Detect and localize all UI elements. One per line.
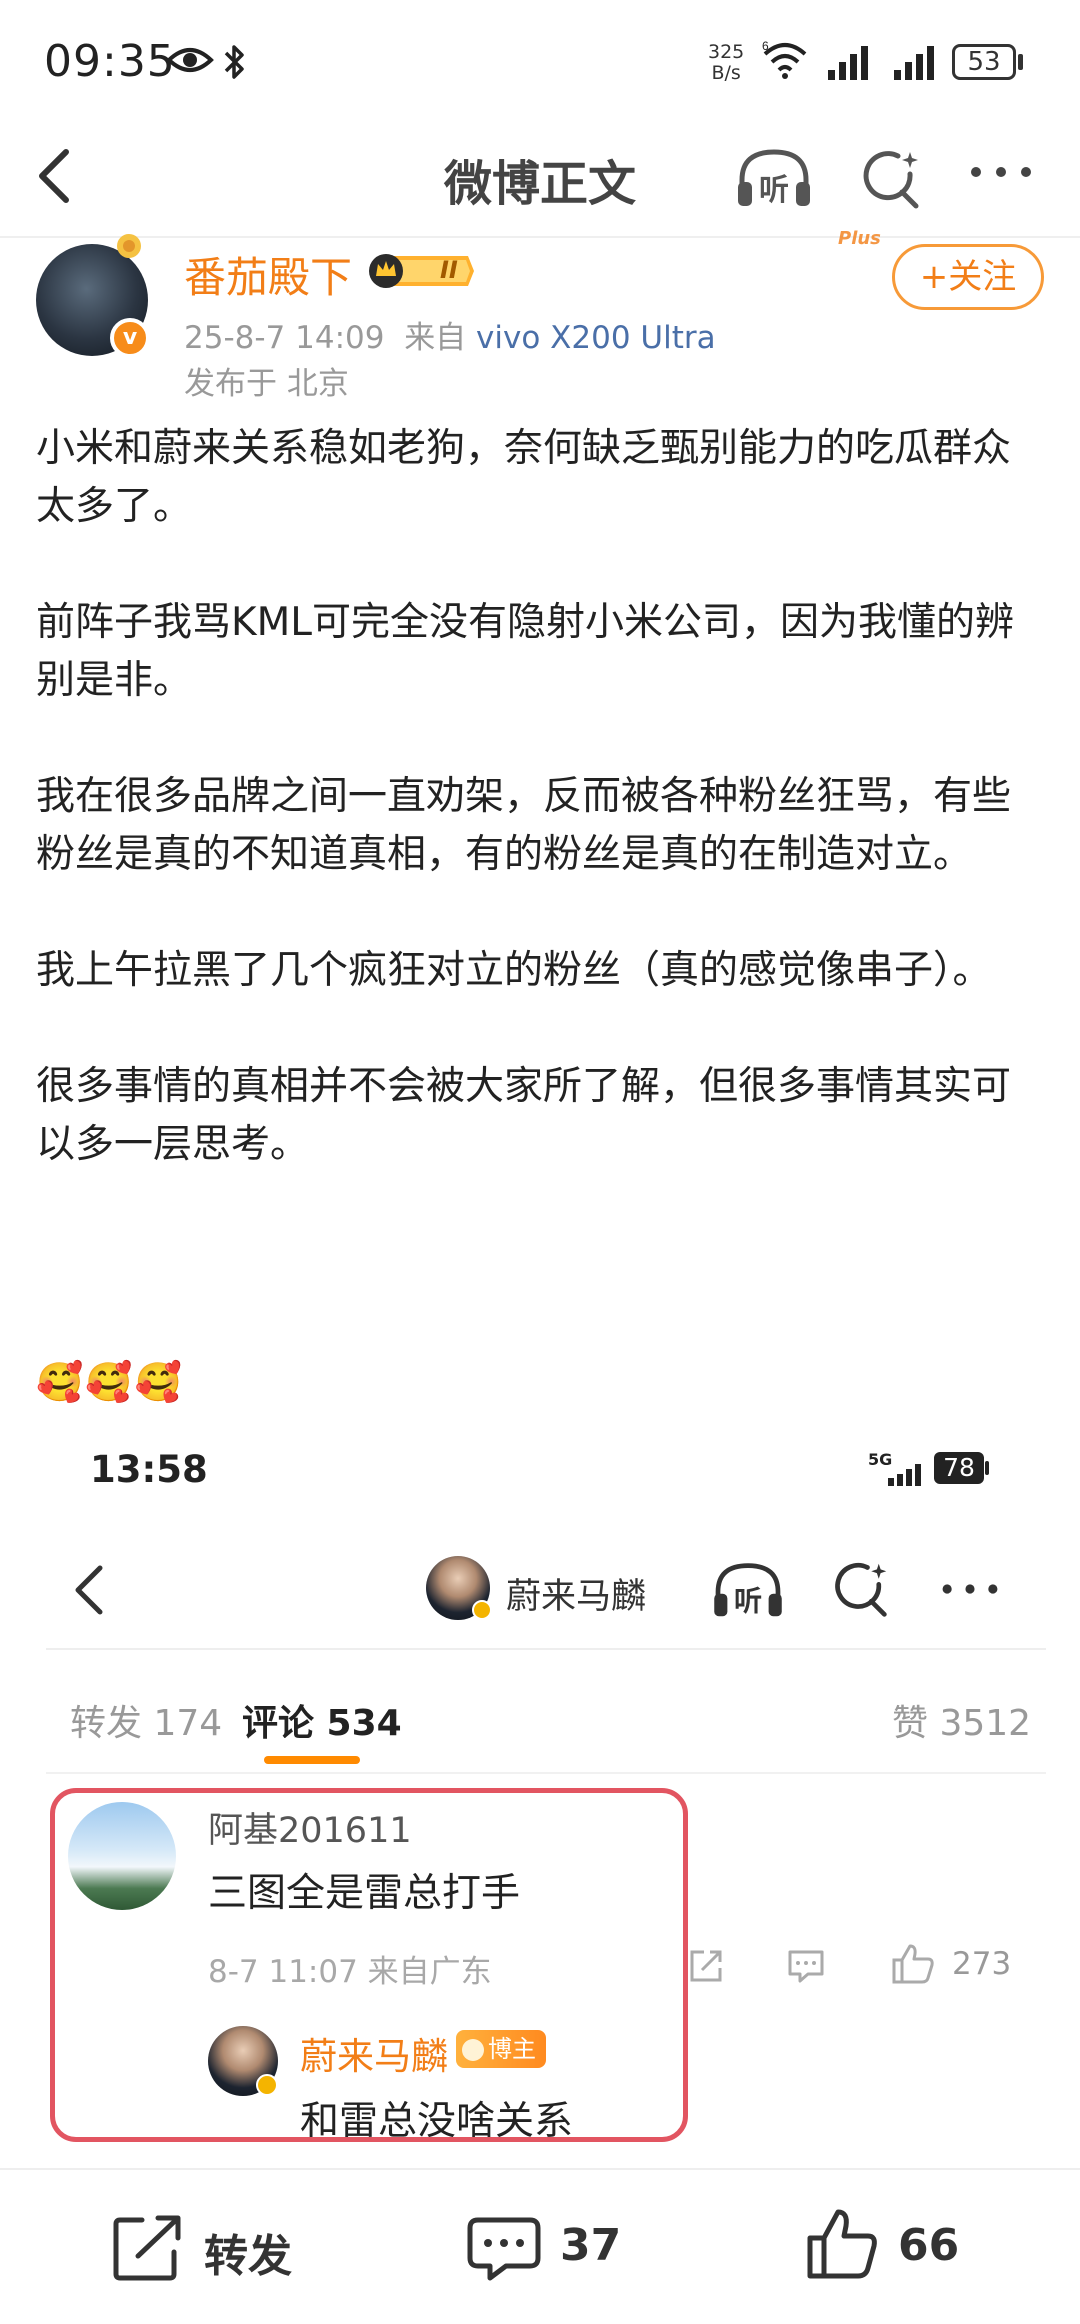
avatar-pendant-icon [112,232,146,260]
highlight-box [50,1788,688,2142]
post-paragraph: 前阵子我骂KML可完全没有隐射小米公司，因为我懂的辨别是非。 [36,600,1014,703]
bottom-bar-divider [0,2168,1080,2170]
sparkle-search-icon [835,1562,887,1617]
sparkle-search-icon [863,151,919,209]
tab-likes[interactable]: 赞 3512 [892,1694,1031,1746]
net-speed: 325 B/s [708,42,744,84]
post-paragraph: 小米和蔚来关系稳如老狗，奈何缺乏甄别能力的吃瓜群众太多了。 [36,426,1012,529]
post-paragraph: 我上午拉黑了几个疯狂对立的粉丝（真的感觉像串子）。 [36,948,992,993]
more-dots-icon [942,1584,998,1594]
comment-count: 37 [560,2220,622,2271]
listen-button[interactable]: 听 [734,146,814,210]
comment-share-icon[interactable] [688,1948,724,1984]
member-level-text: II [440,256,458,284]
embedded-battery: 78 [934,1452,984,1484]
embedded-more-button[interactable] [938,1578,1002,1600]
member-level-badge [368,252,476,290]
embedded-back-button[interactable] [70,1562,106,1618]
embedded-battery-cap [985,1461,989,1475]
post-date: 25-8-7 14:09 [184,320,385,356]
repost-label[interactable]: 转发 [204,2220,292,2284]
embedded-listen-button[interactable]: 听 [710,1560,786,1620]
like-button[interactable] [804,2206,880,2282]
post-meta: 25-8-7 14:09 来自 vivo X200 Ultra [184,312,716,357]
comment-like-icon[interactable] [890,1942,936,1986]
battery-cap [1018,54,1023,70]
from-label: 来自 [404,320,467,356]
net-speed-value: 325 [708,41,745,63]
tab-repost[interactable]: 转发 174 [70,1694,222,1746]
like-count: 66 [898,2220,960,2271]
embedded-search-button[interactable] [830,1560,890,1620]
author-name[interactable]: 番茄殿下 [184,244,352,305]
tabs-divider [46,1772,1046,1774]
plus-decoration: Plus [838,228,881,249]
status-time: 09:35 [44,36,176,87]
header-divider [0,236,1080,238]
net-speed-unit: B/s [711,62,741,84]
verified-badge-icon [472,1600,492,1620]
svg-text:6: 6 [762,40,769,53]
more-dots-icon [971,167,1031,177]
comment-reply-icon[interactable] [786,1948,826,1984]
battery-indicator: 53 [952,44,1016,80]
verified-badge-icon: v [110,318,150,358]
svg-text:听: 听 [734,1585,762,1618]
post-emojis: 🥰🥰🥰 [36,1360,184,1404]
follow-button[interactable]: +关注 [892,244,1044,310]
embedded-time: 13:58 [90,1448,208,1491]
bluetooth-icon [222,42,248,82]
wifi-icon: 6 [762,40,808,80]
chevron-left-icon [75,1565,103,1615]
headphones-listen-icon: 听 [714,1563,782,1618]
headphones-listen-icon: 听 [738,149,810,208]
more-button[interactable] [966,160,1036,184]
search-button[interactable] [858,148,922,212]
post-body: 小米和蔚来关系稳如老狗，奈何缺乏甄别能力的吃瓜群众太多了。 前阵子我骂KML可完… [36,420,1046,1232]
svg-text:听: 听 [759,173,789,208]
comment-bubble-icon [467,2217,541,2281]
repost-button[interactable] [112,2212,188,2282]
post-source[interactable]: vivo X200 Ultra [476,320,716,356]
embedded-account-name[interactable]: 蔚来马麟 [506,1568,646,1619]
post-paragraph: 我在很多品牌之间一直劝架，反而被各种粉丝狂骂，有些粉丝是真的不知道真相，有的粉丝… [36,774,1012,877]
signal-icon-2 [892,44,938,80]
tab-comments[interactable]: 评论 534 [242,1694,402,1746]
comment-button[interactable] [466,2214,542,2284]
repost-icon [113,2215,181,2281]
embedded-signal-icon [874,1464,924,1486]
signal-icon-1 [826,44,872,80]
comment-like-count: 273 [952,1946,1012,1982]
post-location: 发布于 北京 [184,366,349,402]
active-tab-indicator [264,1756,360,1764]
thumbs-up-icon [807,2209,877,2279]
embedded-header-divider [46,1648,1046,1650]
post-paragraph: 很多事情的真相并不会被大家所了解，但很多事情其实可以多一层思考。 [36,1064,1012,1167]
eye-icon [166,42,214,78]
